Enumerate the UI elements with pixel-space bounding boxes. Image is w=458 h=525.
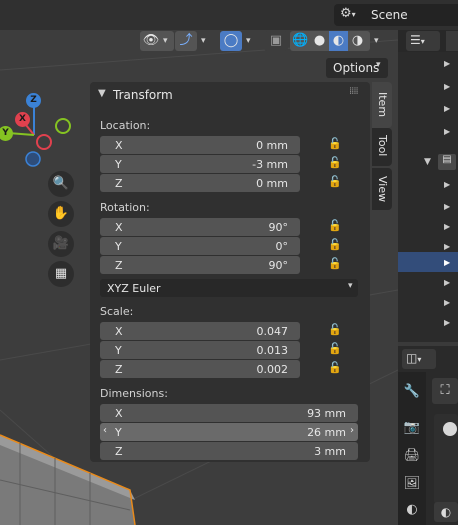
preview-icon[interactable]: ⛶: [432, 378, 458, 404]
outliner-filter-button[interactable]: [446, 31, 458, 51]
field-value: 0.002: [256, 363, 289, 376]
expand-arrow-icon[interactable]: ▶: [444, 127, 450, 136]
scale-label: Scale:: [100, 305, 134, 318]
gizmo-z-axis[interactable]: Z: [26, 93, 41, 108]
gizmo-icon: ⤴: [179, 33, 193, 48]
field-value: 0.013: [256, 344, 289, 357]
axis-label: Z: [115, 177, 123, 190]
overlays-icon: ◯: [223, 33, 239, 48]
zoom-icon[interactable]: 🔍: [48, 171, 74, 197]
render-icon[interactable]: 📷: [401, 420, 423, 435]
lock-icon[interactable]: 🔓: [328, 175, 342, 188]
expand-arrow-icon[interactable]: ▶: [444, 318, 450, 327]
options-label: Options: [333, 61, 380, 75]
expand-arrow-icon[interactable]: ▶: [444, 242, 450, 251]
chevron-down-icon: ▾: [374, 36, 379, 46]
view-layer-icon[interactable]: 🖼: [401, 476, 423, 491]
material-sphere-icon: [443, 422, 457, 436]
increment-arrow-icon[interactable]: ›: [350, 425, 354, 436]
lock-icon[interactable]: 🔓: [328, 361, 342, 374]
field-value: 93 mm: [307, 407, 346, 420]
expand-arrow-icon[interactable]: ▶: [444, 278, 450, 287]
expand-arrow-icon[interactable]: ▶: [444, 180, 450, 189]
axis-label: Z: [115, 445, 123, 458]
expand-arrow-icon[interactable]: ▶: [444, 104, 450, 113]
expand-arrow-icon[interactable]: ▶: [444, 82, 450, 91]
collection-icon: ▤: [438, 154, 456, 170]
field-value: 0 mm: [256, 139, 288, 152]
expand-arrow-icon[interactable]: ▶: [444, 222, 450, 231]
camera-icon[interactable]: 🎥: [48, 231, 74, 257]
expand-arrow-icon[interactable]: ▶: [444, 202, 450, 211]
location-label: Location:: [100, 119, 151, 132]
tab-tool-label: Tool: [376, 135, 389, 157]
panel-title[interactable]: Transform: [113, 88, 173, 102]
field-value: 0 mm: [256, 177, 288, 190]
wireframe-shading-icon[interactable]: 🌐: [291, 31, 310, 51]
tab-view-label: View: [376, 176, 389, 203]
lock-icon[interactable]: 🔓: [328, 238, 342, 251]
expand-arrow-icon[interactable]: ▶: [444, 59, 450, 68]
output-icon[interactable]: 🖨: [401, 448, 423, 463]
axis-label: Y: [115, 426, 122, 439]
outliner-list-icon: ☰▾: [410, 33, 425, 47]
axis-label: X: [115, 221, 123, 234]
tool-settings-icon[interactable]: 🔧: [401, 384, 423, 399]
rotation-mode-value: XYZ Euler: [107, 282, 161, 295]
axis-label: X: [115, 139, 123, 152]
expand-arrow-icon[interactable]: ▶: [444, 298, 450, 307]
lock-icon[interactable]: 🔓: [328, 323, 342, 336]
scene-icon[interactable]: ◐: [401, 502, 423, 517]
decrement-arrow-icon[interactable]: ‹: [103, 425, 107, 436]
dimensions-label: Dimensions:: [100, 387, 168, 400]
expand-arrow-icon[interactable]: ▶: [444, 258, 450, 267]
drag-handle-icon[interactable]: ⁞⁞⁞⁞: [349, 86, 359, 97]
chevron-down-icon: ▾: [201, 36, 206, 46]
lock-icon[interactable]: 🔓: [328, 137, 342, 150]
tab-item-label: Item: [376, 92, 389, 118]
lock-icon[interactable]: 🔓: [328, 219, 342, 232]
solid-shading-icon[interactable]: ●: [310, 31, 329, 51]
material-browse-icon[interactable]: ◐: [434, 502, 458, 522]
rendered-shading-icon[interactable]: ◑: [348, 31, 367, 51]
axis-label: X: [115, 325, 123, 338]
properties-editor-icon: ◫▾: [406, 351, 422, 365]
lock-icon[interactable]: 🔓: [328, 156, 342, 169]
axis-label: Y: [115, 240, 122, 253]
field-value: -3 mm: [252, 158, 288, 171]
field-value: 3 mm: [314, 445, 346, 458]
chevron-down-icon: ▾: [348, 281, 353, 291]
chevron-down-icon: ▾: [246, 36, 251, 46]
chevron-down-icon: ▾: [163, 36, 168, 46]
field-value: 0.047: [256, 325, 289, 338]
gizmo-x-axis[interactable]: X: [15, 112, 30, 127]
scene-name: Scene: [371, 8, 408, 22]
field-value: 90°: [268, 221, 289, 234]
pan-hand-icon[interactable]: ✋: [48, 201, 74, 227]
eye-icon: 👁: [142, 33, 160, 48]
rotation-label: Rotation:: [100, 201, 150, 214]
collapse-chevron-icon[interactable]: ▼: [98, 88, 106, 99]
lock-icon[interactable]: 🔓: [328, 342, 342, 355]
field-value: 90°: [268, 259, 289, 272]
material-shading-icon: ◐: [332, 33, 345, 48]
axis-label: Y: [115, 158, 122, 171]
field-value: 26 mm: [307, 426, 346, 439]
lock-icon[interactable]: 🔓: [328, 257, 342, 270]
chevron-down-icon: ▾: [376, 60, 381, 70]
axis-label: X: [115, 407, 123, 420]
expand-arrow-icon[interactable]: ▼: [424, 157, 431, 167]
scene-icon: ⚙▾: [340, 6, 356, 21]
xray-icon: ▣: [269, 33, 283, 48]
axis-label: Y: [115, 344, 122, 357]
perspective-grid-icon[interactable]: ▦: [48, 261, 74, 287]
axis-label: Z: [115, 363, 123, 376]
field-value: 0°: [275, 240, 289, 253]
axis-label: Z: [115, 259, 123, 272]
